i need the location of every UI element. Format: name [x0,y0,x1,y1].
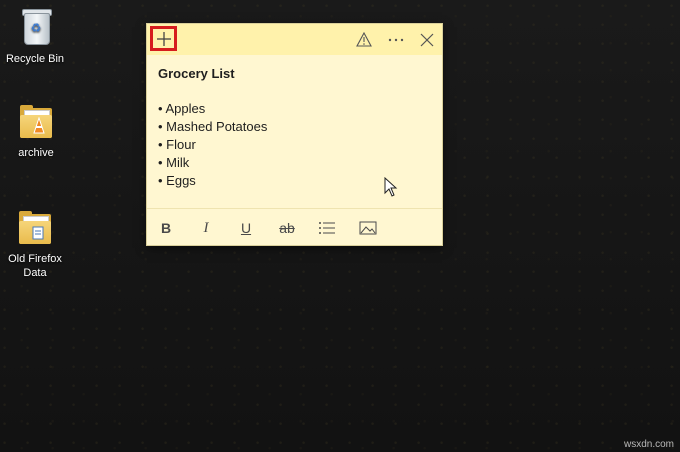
folder-icon [15,206,55,250]
archive-folder-label: archive [18,147,54,159]
format-toolbar: B I U ab [147,214,442,242]
toolbar-divider [147,208,442,209]
sticky-note-window: Grocery List Apples Mashed Potatoes Flou… [147,24,442,245]
watermark: wsxdn.com [623,439,674,450]
list-item: Flour [158,136,428,154]
more-icon [388,38,404,41]
archive-folder-shortcut[interactable]: archive [0,100,72,160]
old-firefox-data-label: Old Firefox Data [8,253,62,279]
more-options-button[interactable] [384,26,408,53]
image-icon [359,221,377,235]
warning-icon [356,32,372,47]
recycle-bin-icon: ♻ [15,6,55,50]
close-icon [420,33,434,46]
plus-icon [156,31,171,46]
note-text-area[interactable]: Grocery List Apples Mashed Potatoes Flou… [158,66,428,190]
list-item: Mashed Potatoes [158,118,428,136]
note-title: Grocery List [158,66,235,81]
new-note-button[interactable] [150,26,177,51]
bullet-list-icon [319,222,335,234]
list-item: Apples [158,100,428,118]
mouse-cursor-icon [384,177,398,197]
strikethrough-button[interactable]: ab [274,217,300,239]
list-item: Milk [158,154,428,172]
close-note-button[interactable] [415,26,439,53]
recycle-bin-shortcut[interactable]: ♻ Recycle Bin [0,6,71,66]
warning-button[interactable] [352,26,376,53]
insert-image-button[interactable] [355,217,381,239]
italic-button[interactable]: I [193,217,219,239]
archive-folder-icon [16,100,56,144]
bold-button[interactable]: B [153,217,179,239]
recycle-bin-label: Recycle Bin [5,53,65,65]
note-titlebar[interactable] [147,24,442,55]
bullet-list-button[interactable] [314,217,340,239]
old-firefox-data-shortcut[interactable]: Old Firefox Data [0,206,71,280]
underline-button[interactable]: U [233,217,259,239]
